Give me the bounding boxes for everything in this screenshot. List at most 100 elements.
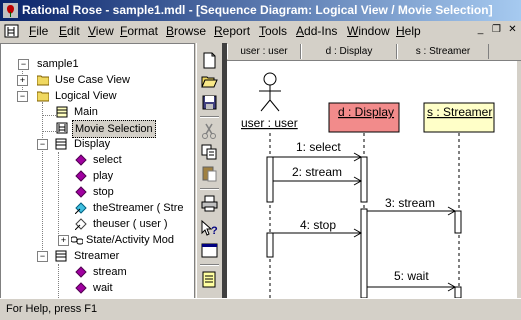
tree-item-display-class[interactable]: − Display [1,136,191,152]
collapse-icon[interactable]: − [37,139,48,150]
activation-display-2[interactable] [360,208,368,298]
header-streamer[interactable]: s : Streamer [397,44,489,59]
collapse-icon[interactable]: − [37,251,48,262]
class-diagram-icon [56,106,68,118]
operation-icon [75,282,87,294]
rational-rose-app-icon[interactable] [3,3,18,18]
tree-item-movie-selection[interactable]: Movie Selection [1,120,191,138]
tree-item-op-stream[interactable]: stream [1,264,191,280]
message-2-label: 2: stream [292,165,342,179]
tree-label: Logical View [55,90,117,102]
tree-item-op-play[interactable]: play [1,168,191,184]
object-display-label: d : Display [338,105,394,119]
expand-icon[interactable]: + [58,235,69,246]
menu-bar: File Edit View Format Browse Report Tool… [0,21,521,41]
tree-item-op-select[interactable]: select [1,152,191,168]
activation-user-1[interactable] [266,156,274,203]
operation-icon [75,186,87,198]
restore-icon[interactable]: ❐ [490,24,503,36]
browse-icon[interactable] [200,270,219,289]
class-icon [55,138,67,150]
menu-format[interactable]: Format [120,24,158,38]
association-role-icon [75,202,87,214]
menu-report[interactable]: Report [214,24,250,38]
tree-label: theuser ( user ) [93,218,168,230]
vertical-scrollbar[interactable] [517,61,521,298]
tree-label: Use Case View [55,74,130,86]
tree-label: play [93,170,114,182]
expand-icon[interactable]: + [17,75,28,86]
window-title: Rational Rose - sample1.mdl - [Sequence … [22,3,493,17]
menu-window[interactable]: Window [347,24,390,38]
tree-item-attr-thestreamer[interactable]: theStreamer ( Stre [1,200,193,216]
menu-view[interactable]: View [88,24,114,38]
menu-edit[interactable]: Edit [59,24,80,38]
print-icon[interactable] [200,194,219,213]
title-bar[interactable]: Rational Rose - sample1.mdl - [Sequence … [0,0,521,21]
close-icon[interactable]: ✕ [506,24,519,36]
message-4-label: 4: stop [300,218,336,232]
svg-text:?: ? [211,225,218,237]
object-streamer-label: s : Streamer [427,105,492,119]
header-user[interactable]: user : user [227,44,301,59]
tree-label: select [93,154,122,166]
tree-item-state-activity-model[interactable]: + State/Activity Mod [1,232,193,248]
collapse-icon[interactable]: − [18,59,29,70]
activation-display-1[interactable] [360,156,368,203]
actor-user[interactable] [259,72,281,112]
message-5-label: 5: wait [394,269,429,283]
tree-label: stop [93,186,114,198]
tree-label: stream [93,266,127,278]
tree-label: Streamer [74,250,120,262]
view-doc-icon[interactable] [200,241,219,260]
context-help-icon[interactable]: ? [200,219,219,238]
menu-add-ins[interactable]: Add-Ins [296,24,337,38]
header-display[interactable]: d : Display [301,44,397,59]
tree-item-logical-view[interactable]: − Logical View [1,88,191,104]
message-1-label: 1: select [296,140,341,154]
open-icon[interactable] [200,72,219,91]
sequence-diagram-doc-icon[interactable] [4,24,19,38]
standard-toolbar: ? [196,43,223,298]
tree-item-attr-theuser[interactable]: theuser ( user ) [1,216,191,232]
tree-label: State/Activity Mod [86,234,175,246]
activation-user-2[interactable] [266,232,274,258]
paste-icon[interactable] [200,164,219,183]
tree-label: Display [74,138,111,150]
model-browser-tree[interactable]: − sample1 + Use Case View − Logical View… [0,43,195,300]
message-3-label: 3: stream [385,196,435,210]
folder-icon [37,75,49,86]
folder-icon [37,91,49,102]
tree-item-op-stop[interactable]: stop [1,184,191,200]
diagram-object-headers: user : user d : Display s : Streamer [227,43,521,61]
tree-label: sample1 [37,58,79,70]
tree-item-use-case-view[interactable]: + Use Case View [1,72,191,88]
activation-streamer-2[interactable] [454,286,462,298]
operation-icon [75,154,87,166]
tree-item-main[interactable]: Main [1,104,191,120]
menu-browse[interactable]: Browse [166,24,206,38]
association-role-icon [75,218,87,230]
status-text: For Help, press F1 [6,303,98,315]
activation-streamer-1[interactable] [454,210,462,234]
tree-item-op-wait[interactable]: wait [1,280,191,296]
menu-tools[interactable]: Tools [259,24,287,38]
cut-icon[interactable] [200,122,219,141]
tree-label: wait [93,282,113,294]
collapse-icon[interactable]: − [17,91,28,102]
menu-file[interactable]: File [29,24,48,38]
operation-icon [75,170,87,182]
sequence-diagram-icon [56,122,68,134]
new-icon[interactable] [200,51,219,70]
state-activity-model-icon [71,236,83,245]
tree-label: theStreamer ( Stre [93,202,184,214]
minimize-icon[interactable]: _ [474,24,487,36]
actor-label: user : user [241,116,298,130]
save-icon[interactable] [200,93,219,112]
class-icon [55,250,67,262]
tree-item-streamer-class[interactable]: − Streamer [1,248,191,264]
menu-help[interactable]: Help [396,24,421,38]
sequence-diagram-canvas[interactable]: user : user d : Display s : Streamer 1: … [227,61,517,298]
tree-label: Main [74,106,98,118]
copy-icon[interactable] [200,143,219,162]
